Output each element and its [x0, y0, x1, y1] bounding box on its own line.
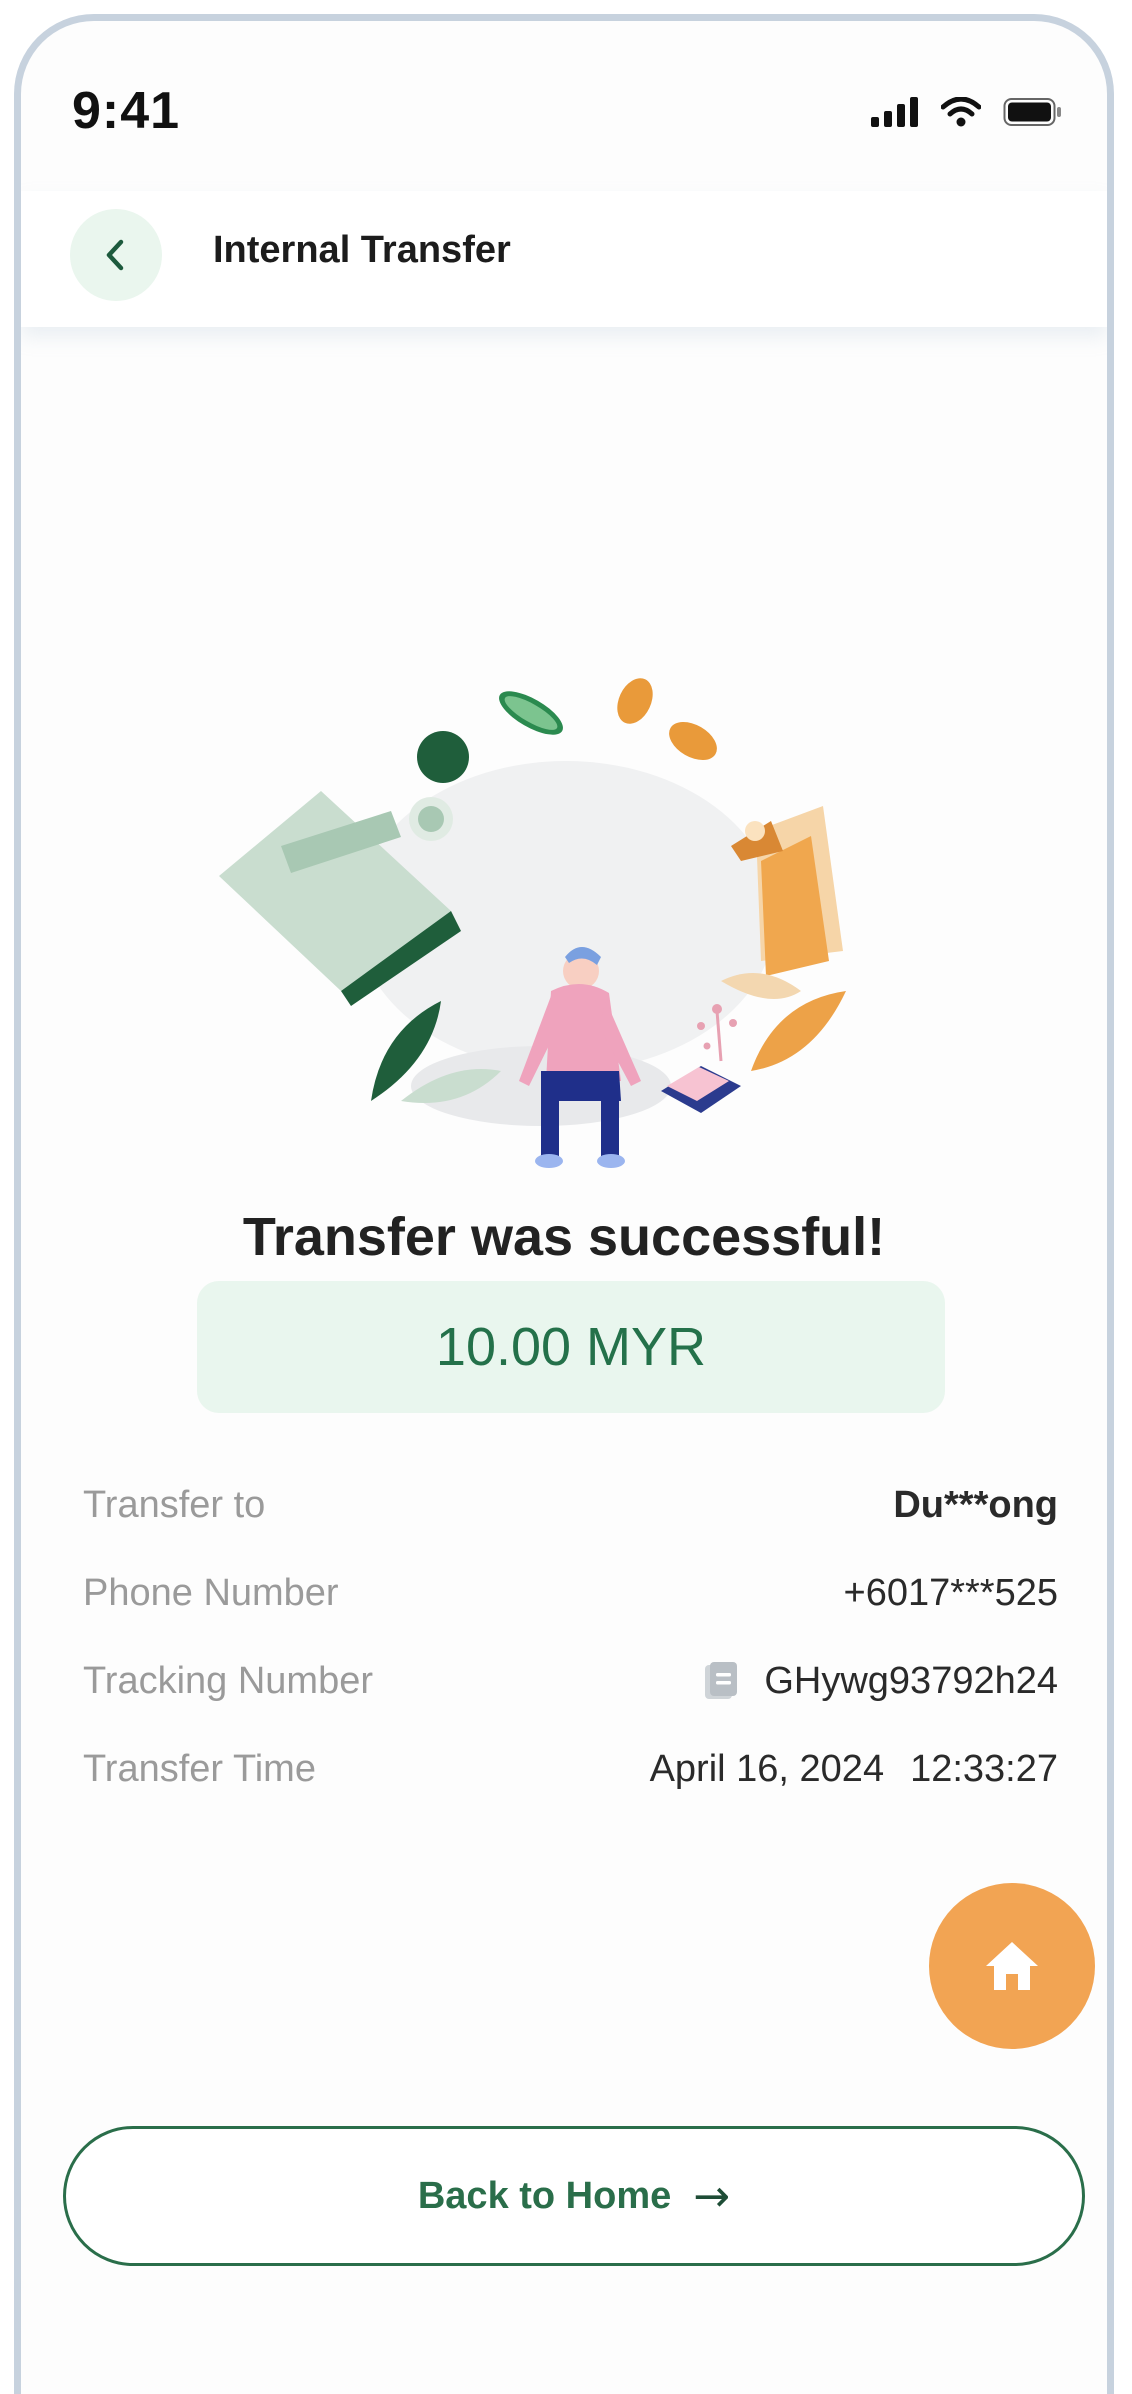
- detail-row-transfer-to: Transfer to Du***ong: [83, 1461, 1058, 1549]
- wifi-icon: [941, 97, 981, 127]
- transfer-details: Transfer to Du***ong Phone Number +6017*…: [83, 1461, 1058, 1813]
- back-to-home-label: Back to Home: [417, 2174, 672, 2217]
- transfer-amount: 10.00 MYR: [435, 1317, 707, 1377]
- transfer-time-value: April 16, 2024 12:33:27: [650, 1748, 1058, 1791]
- success-title: Transfer was successful!: [242, 1207, 886, 1267]
- arrow-right-icon: →: [693, 2170, 731, 2222]
- detail-row-tracking-number: Tracking Number GHywg93792h24: [83, 1637, 1058, 1725]
- signal-icon: [871, 97, 918, 127]
- page-title: Internal Transfer: [213, 229, 511, 271]
- money-transfer-illustration: [219, 678, 846, 1168]
- detail-row-phone-number: Phone Number +6017***525: [83, 1549, 1058, 1637]
- phone-frame: 9:41 Internal Transfer Transfer was succ…: [14, 14, 1114, 2394]
- app-header: Internal Transfer: [21, 191, 1107, 327]
- back-button[interactable]: [70, 209, 162, 301]
- detail-label: Tracking Number: [83, 1659, 374, 1702]
- amount-box: 10.00 MYR: [197, 1281, 945, 1413]
- detail-label: Phone Number: [83, 1571, 339, 1614]
- detail-label: Transfer Time: [83, 1747, 316, 1790]
- status-time: 9:41: [72, 82, 181, 140]
- recipient-name: Du***ong: [893, 1483, 1058, 1526]
- home-icon: [986, 1942, 1038, 1990]
- tracking-number-value: GHywg93792h24: [704, 1660, 1058, 1703]
- phone-number-value: +6017***525: [843, 1571, 1059, 1614]
- chevron-left-icon: [106, 239, 124, 271]
- tracking-number-text: GHywg93792h24: [764, 1659, 1058, 1702]
- detail-label: Transfer to: [83, 1483, 266, 1526]
- detail-row-transfer-time: Transfer Time April 16, 2024 12:33:27: [83, 1725, 1058, 1813]
- transfer-date: April 16, 2024: [649, 1747, 885, 1790]
- battery-icon: [1003, 98, 1061, 126]
- status-bar: 9:41: [21, 21, 1107, 191]
- status-icons: [871, 97, 1063, 127]
- copy-document-icon[interactable]: [704, 1661, 738, 1701]
- back-to-home-button[interactable]: Back to Home →: [63, 2126, 1085, 2266]
- home-fab-button[interactable]: [929, 1883, 1095, 2049]
- transfer-clock-time: 12:33:27: [910, 1747, 1058, 1790]
